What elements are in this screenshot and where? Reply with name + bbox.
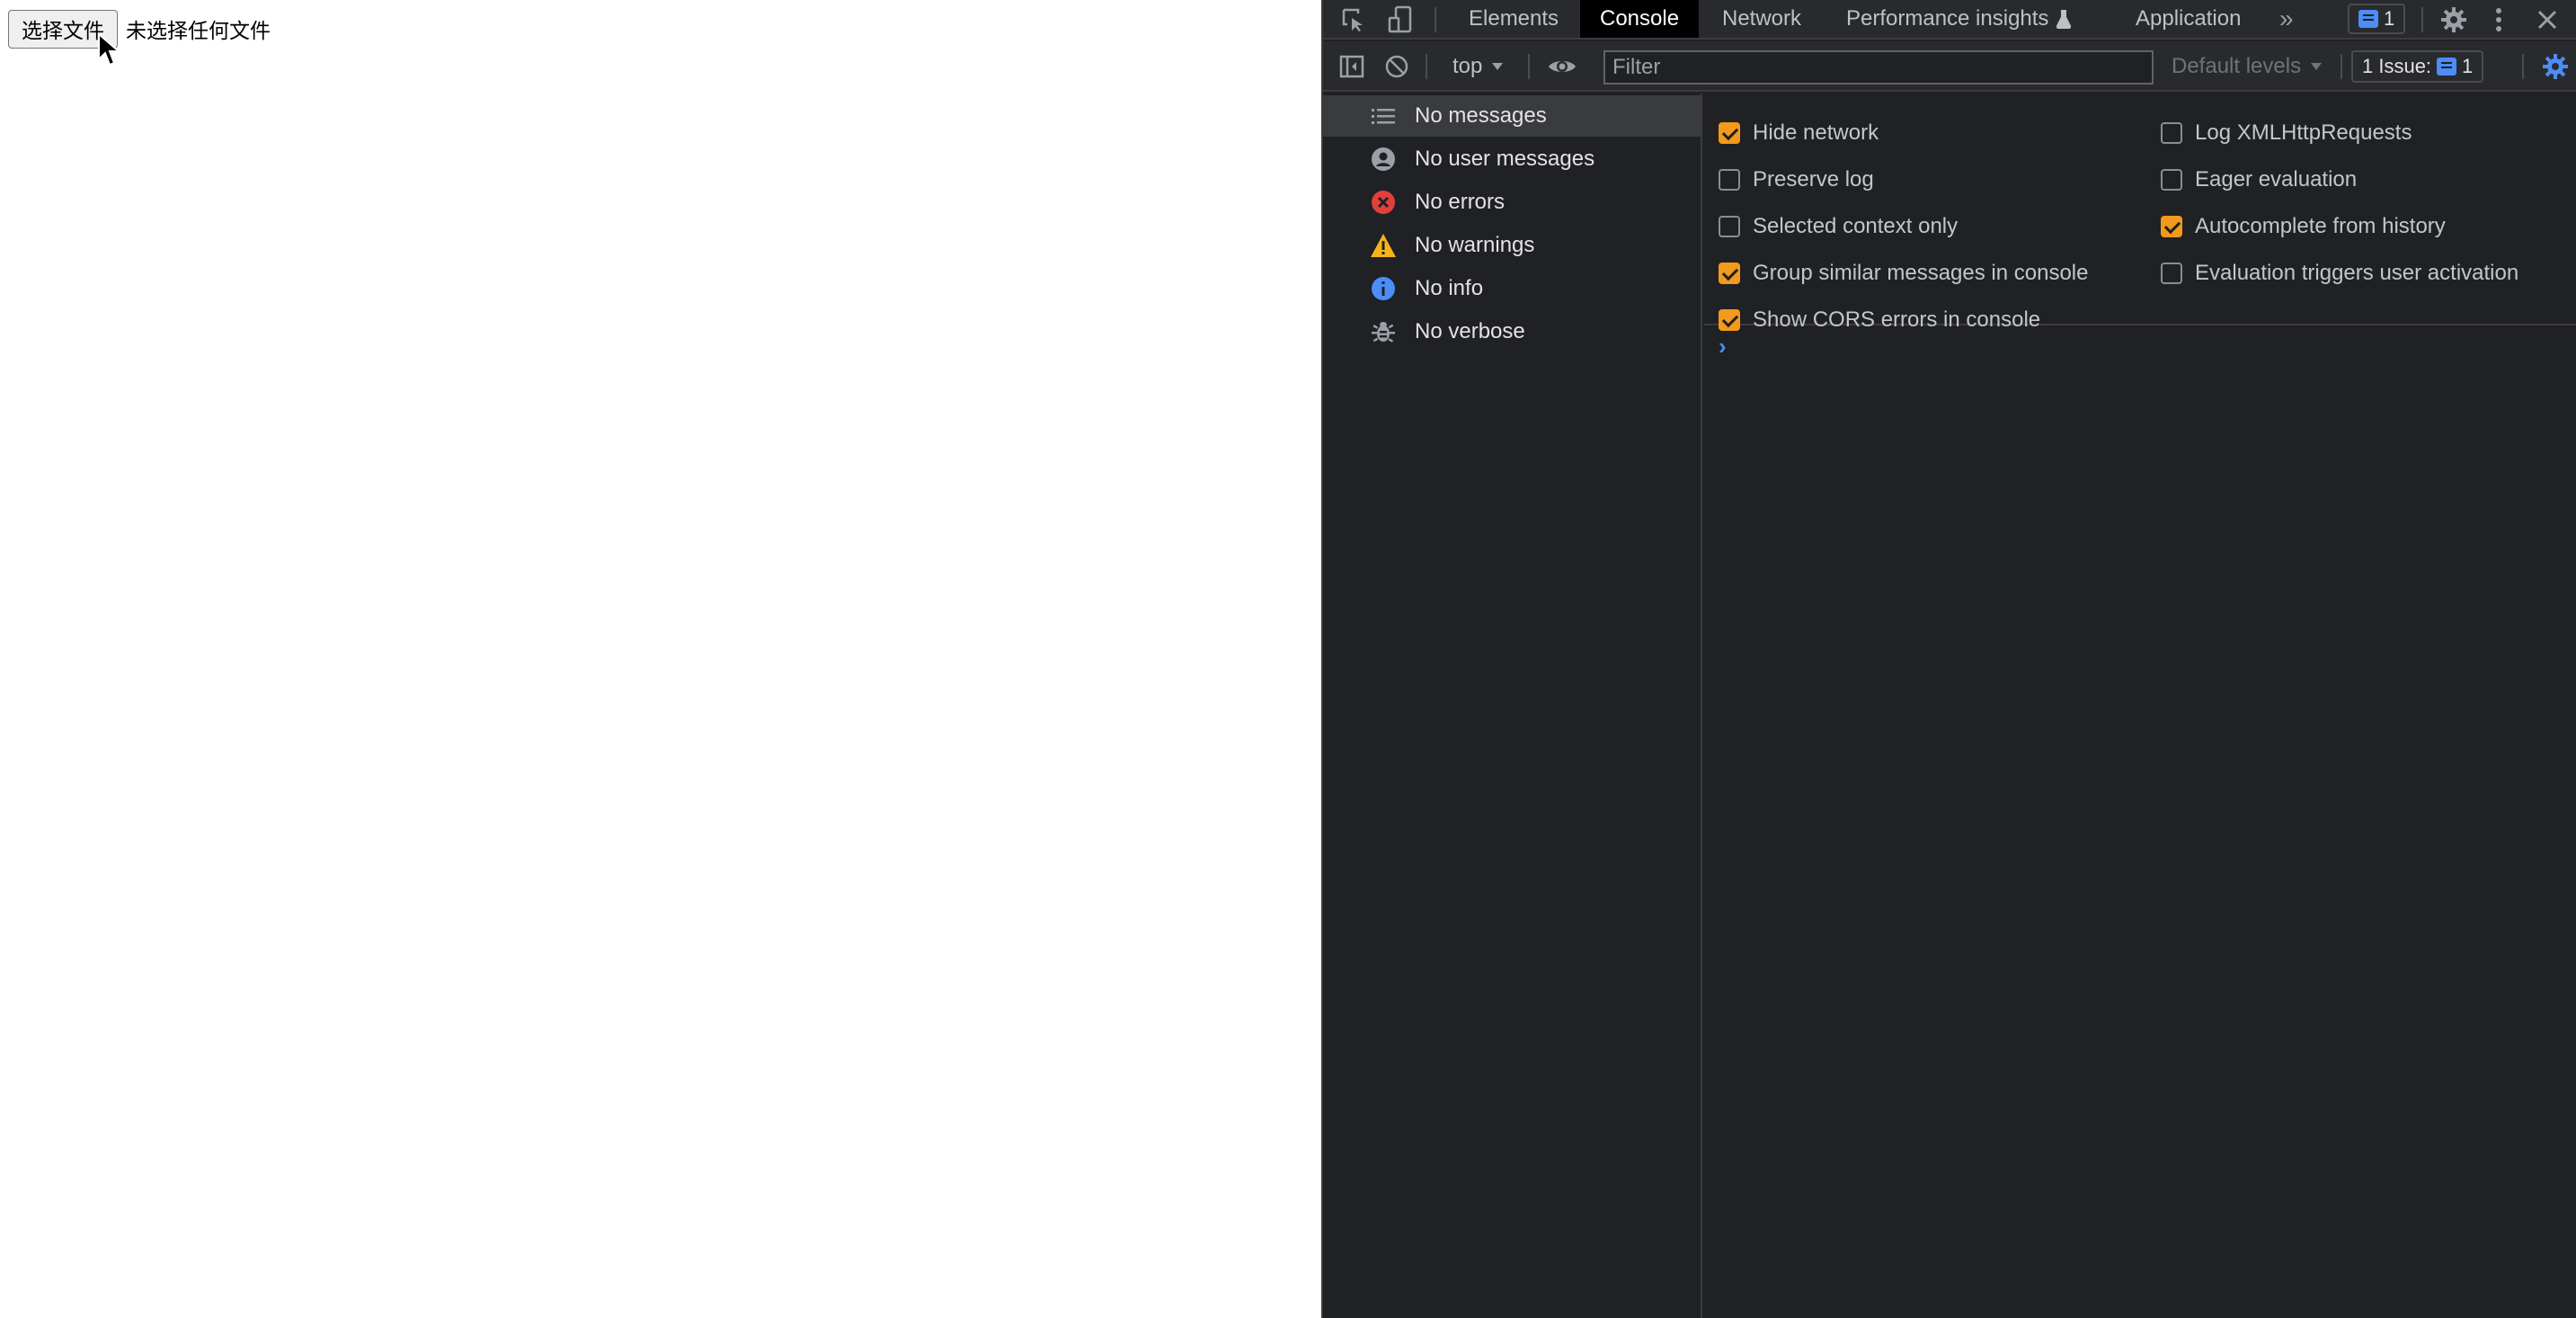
tab-application[interactable]: Application (2136, 0, 2241, 38)
checkbox[interactable] (2161, 169, 2182, 191)
devtools-panel: Elements Console Network Performance ins… (1321, 0, 2576, 1318)
setting-show-cors-errors[interactable]: Show CORS errors in console (1719, 302, 2040, 338)
flask-icon (2056, 10, 2072, 29)
sidebar-item-label: No warnings (1415, 233, 1535, 257)
setting-selected-context-only[interactable]: Selected context only (1719, 209, 1958, 245)
toolbar-divider (1528, 54, 1530, 79)
setting-label: Selected context only (1753, 214, 1959, 238)
setting-evaluation-triggers-activation[interactable]: Evaluation triggers user activation (2161, 255, 2518, 291)
dropdown-arrow-icon (1492, 63, 1504, 70)
tab-elements[interactable]: Elements (1469, 0, 1559, 38)
tabbar-divider (1435, 7, 1436, 32)
gear-icon[interactable] (2438, 4, 2470, 36)
file-input[interactable]: 选择文件 未选择任何文件 (8, 9, 271, 49)
sidebar-item-label: No verbose (1415, 319, 1525, 343)
inspect-element-icon[interactable] (1337, 4, 1370, 36)
checkbox[interactable] (1719, 169, 1740, 191)
setting-hide-network[interactable]: Hide network (1719, 115, 1879, 151)
toolbar-divider (2522, 54, 2524, 79)
setting-label: Hide network (1753, 120, 1879, 145)
file-status-text: 未选择任何文件 (126, 20, 271, 43)
console-settings-gear-icon[interactable] (2540, 52, 2571, 81)
live-expression-eye-icon[interactable] (1544, 52, 1580, 81)
checkbox[interactable] (1719, 216, 1740, 237)
setting-label: Evaluation triggers user activation (2195, 261, 2519, 285)
messages-badge-count: 1 (2384, 7, 2395, 30)
console-toolbar: top Default levels 1 Issue: 1 (1323, 41, 2576, 92)
setting-label: Group similar messages in console (1753, 261, 2089, 285)
console-prompt[interactable]: › (1719, 333, 1727, 361)
message-icon (2358, 10, 2378, 28)
warning-icon (1370, 232, 1397, 259)
error-icon (1370, 189, 1397, 216)
messages-badge[interactable]: 1 (2348, 4, 2406, 34)
tab-performance-insights[interactable]: Performance insights (1846, 0, 2072, 38)
issues-label: 1 Issue: (2362, 55, 2432, 77)
console-settings-pane: Hide network Preserve log Selected conte… (1704, 94, 2576, 332)
setting-label: Log XMLHttpRequests (2195, 120, 2412, 145)
sidebar-item-label: No errors (1415, 190, 1506, 214)
setting-label: Eager evaluation (2195, 167, 2358, 191)
tab-network[interactable]: Network (1722, 0, 1801, 38)
checkbox[interactable] (2161, 216, 2182, 237)
sidebar-item-errors[interactable]: No errors (1323, 182, 1701, 223)
sidebar-item-label: No info (1415, 276, 1484, 300)
close-icon[interactable] (2531, 4, 2563, 36)
sidebar-item-label: No messages (1415, 103, 1547, 128)
context-selector-value: top (1452, 54, 1483, 78)
tab-console[interactable]: Console (1580, 0, 1700, 38)
issues-count: 1 (2462, 55, 2474, 77)
checkbox[interactable] (1719, 263, 1740, 284)
setting-log-xmlhttprequests[interactable]: Log XMLHttpRequests (2161, 115, 2412, 151)
filter-input[interactable] (1603, 50, 2154, 85)
list-icon (1370, 102, 1397, 129)
sidebar-item-user-messages[interactable]: No user messages (1323, 138, 1701, 180)
issue-icon (2437, 58, 2457, 76)
toolbar-divider (1426, 54, 1427, 79)
devtools-tabbar: Elements Console Network Performance ins… (1323, 0, 2576, 40)
setting-autocomplete-history[interactable]: Autocomplete from history (2161, 209, 2446, 245)
context-selector[interactable]: top (1452, 50, 1504, 83)
mouse-cursor-icon (98, 32, 120, 67)
bug-icon (1370, 318, 1397, 345)
sidebar-item-info[interactable]: No info (1323, 268, 1701, 309)
checkbox[interactable] (2161, 263, 2182, 284)
user-icon (1370, 146, 1397, 173)
checkbox[interactable] (1719, 309, 1740, 331)
setting-eager-evaluation[interactable]: Eager evaluation (2161, 162, 2357, 198)
sidebar-toggle-icon[interactable] (1337, 52, 1366, 81)
checkbox[interactable] (2161, 122, 2182, 144)
issues-badge[interactable]: 1 Issue: 1 (2351, 50, 2484, 83)
more-tabs-chevron-icon[interactable]: » (2279, 0, 2294, 38)
dropdown-arrow-icon (2311, 63, 2323, 70)
toolbar-divider (2341, 54, 2342, 79)
tab-performance-insights-label: Performance insights (1846, 6, 2049, 31)
setting-label: Autocomplete from history (2195, 214, 2446, 238)
sidebar-item-verbose[interactable]: No verbose (1323, 311, 1701, 352)
clear-console-icon[interactable] (1382, 52, 1411, 81)
sidebar-item-label: No user messages (1415, 147, 1595, 171)
setting-group-similar[interactable]: Group similar messages in console (1719, 255, 2089, 291)
console-sidebar: No messages No user messages No errors N… (1323, 94, 1702, 1318)
sidebar-item-warnings[interactable]: No warnings (1323, 225, 1701, 266)
sidebar-item-messages[interactable]: No messages (1323, 95, 1701, 137)
device-toolbar-icon[interactable] (1384, 4, 1417, 36)
setting-preserve-log[interactable]: Preserve log (1719, 162, 1874, 198)
tabbar-divider (2421, 7, 2423, 32)
setting-label: Preserve log (1753, 167, 1874, 191)
info-icon (1370, 275, 1397, 302)
more-options-icon[interactable] (2486, 4, 2511, 36)
log-levels-dropdown[interactable]: Default levels (2172, 50, 2323, 83)
log-levels-label: Default levels (2172, 54, 2302, 78)
setting-label: Show CORS errors in console (1753, 307, 2041, 332)
checkbox[interactable] (1719, 122, 1740, 144)
web-page: 选择文件 未选择任何文件 (0, 0, 1321, 1318)
